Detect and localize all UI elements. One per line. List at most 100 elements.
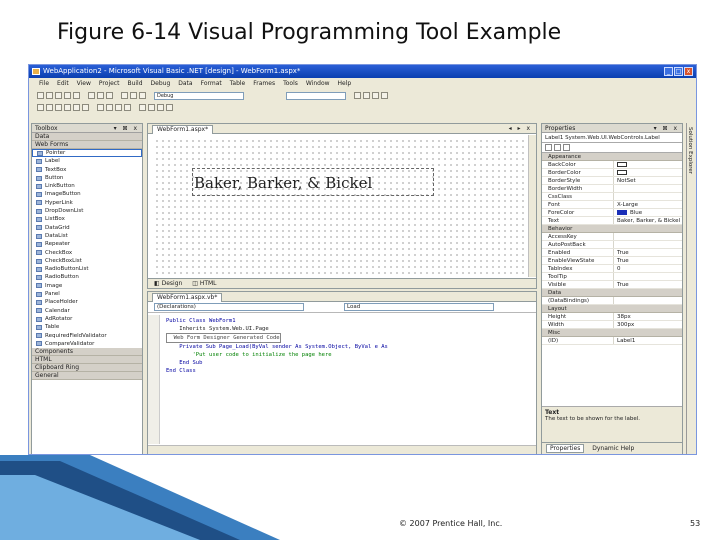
property-row-enableviewstate[interactable]: EnableViewState True <box>542 257 682 265</box>
property-value[interactable]: X-Large <box>614 201 682 208</box>
properties-icon[interactable] <box>363 92 370 99</box>
code-text[interactable]: Public Class WebForm1 Inherits System.We… <box>166 317 388 375</box>
method-name-combo[interactable]: Load <box>344 303 494 311</box>
toolbox-item-placeholder[interactable]: PlaceHolder <box>32 298 142 306</box>
menu-item-build[interactable]: Build <box>127 79 142 89</box>
designer-vscrollbar[interactable] <box>528 135 536 277</box>
underline-icon[interactable] <box>82 104 89 111</box>
toolbox-section-components[interactable]: Components <box>32 348 142 357</box>
events-icon[interactable] <box>563 144 570 151</box>
toolbox-item-textbox[interactable]: TextBox <box>32 166 142 174</box>
design-view-tab[interactable]: Design <box>162 280 183 287</box>
property-row-id[interactable]: (ID) Label1 <box>542 337 682 345</box>
side-strip[interactable]: Solution Explorer <box>686 123 696 454</box>
align-center-icon[interactable] <box>106 104 113 111</box>
class-view-icon[interactable] <box>381 92 388 99</box>
block-format-icon[interactable] <box>37 104 44 111</box>
menu-item-help[interactable]: Help <box>338 79 352 89</box>
property-row-width[interactable]: Width 300px <box>542 321 682 329</box>
font-size-icon[interactable] <box>55 104 62 111</box>
align-left-icon[interactable] <box>97 104 104 111</box>
toolbox-item-radiobuttonlist[interactable]: RadioButtonList <box>32 265 142 273</box>
property-row-height[interactable]: Height 38px <box>542 313 682 321</box>
toolbox-item-checkbox[interactable]: CheckBox <box>32 249 142 257</box>
redo-icon[interactable] <box>130 92 137 99</box>
property-row-accesskey[interactable]: AccessKey <box>542 233 682 241</box>
copy-icon[interactable] <box>97 92 104 99</box>
align-right-icon[interactable] <box>115 104 122 111</box>
property-value[interactable] <box>614 241 682 248</box>
designer-nav-icons[interactable]: ◂ ▸ x <box>509 124 532 134</box>
property-row-databindings[interactable]: (DataBindings) <box>542 297 682 305</box>
toolbox-item-linkbutton[interactable]: LinkButton <box>32 182 142 190</box>
solution-explorer-icon[interactable] <box>354 92 361 99</box>
numbering-icon[interactable] <box>148 104 155 111</box>
property-value[interactable] <box>614 297 682 304</box>
italic-icon[interactable] <box>73 104 80 111</box>
property-row-autopostback[interactable]: AutoPostBack <box>542 241 682 249</box>
menu-item-table[interactable]: Table <box>230 79 246 89</box>
tab-webform1-aspx[interactable]: WebForm1.aspx* <box>152 125 214 134</box>
class-name-combo[interactable]: (Declarations) <box>154 303 304 311</box>
toolbox-item-imagebutton[interactable]: ImageButton <box>32 190 142 198</box>
close-button[interactable]: x <box>684 67 693 76</box>
property-value[interactable] <box>614 273 682 280</box>
property-category-misc[interactable]: Misc <box>542 329 682 337</box>
toolbox-section-general[interactable]: General <box>32 372 142 381</box>
property-row-enabled[interactable]: Enabled True <box>542 249 682 257</box>
dynamic-help-tab[interactable]: Dynamic Help <box>592 445 634 452</box>
toolbox-section-html[interactable]: HTML <box>32 356 142 365</box>
object-selector[interactable]: Label1 System.Web.UI.WebControls.Label <box>542 133 682 143</box>
menu-item-project[interactable]: Project <box>99 79 120 89</box>
menu-item-format[interactable]: Format <box>201 79 222 89</box>
justify-icon[interactable] <box>124 104 131 111</box>
toolbox-item-radiobutton[interactable]: RadioButton <box>32 273 142 281</box>
property-value[interactable] <box>614 161 682 168</box>
start-debug-icon[interactable] <box>139 92 146 99</box>
property-row-bordercolor[interactable]: BorderColor <box>542 169 682 177</box>
toolbox-item-button[interactable]: Button <box>32 174 142 182</box>
minimize-button[interactable]: _ <box>664 67 673 76</box>
property-value[interactable] <box>614 185 682 192</box>
cut-icon[interactable] <box>88 92 95 99</box>
property-value[interactable]: True <box>614 257 682 264</box>
menu-item-edit[interactable]: Edit <box>57 79 69 89</box>
property-row-forecolor[interactable]: ForeColor Blue <box>542 209 682 217</box>
toolbox-item-repeater[interactable]: Repeater <box>32 240 142 248</box>
html-view-tab[interactable]: HTML <box>200 280 217 287</box>
toolbox-item-listbox[interactable]: ListBox <box>32 215 142 223</box>
font-name-icon[interactable] <box>46 104 53 111</box>
save-all-icon[interactable] <box>73 92 80 99</box>
bold-icon[interactable] <box>64 104 71 111</box>
property-value[interactable]: True <box>614 281 682 288</box>
menu-item-tools[interactable]: Tools <box>283 79 298 89</box>
toolbox-item-requiredfieldvalidator[interactable]: RequiredFieldValidator <box>32 332 142 340</box>
outdent-icon[interactable] <box>166 104 173 111</box>
menu-item-debug[interactable]: Debug <box>151 79 171 89</box>
property-value[interactable]: 0 <box>614 265 682 272</box>
property-row-borderstyle[interactable]: BorderStyle NotSet <box>542 177 682 185</box>
toolbox-section-webforms[interactable]: Web Forms <box>32 141 142 149</box>
toolbox-item-image[interactable]: Image <box>32 282 142 290</box>
property-value[interactable]: 38px <box>614 313 682 320</box>
property-value[interactable] <box>614 233 682 240</box>
toolbox-item-datagrid[interactable]: DataGrid <box>32 224 142 232</box>
property-row-text[interactable]: Text Baker, Barker, & Bickel <box>542 217 682 225</box>
menu-item-view[interactable]: View <box>77 79 91 89</box>
paste-icon[interactable] <box>106 92 113 99</box>
bullets-icon[interactable] <box>139 104 146 111</box>
property-value[interactable]: True <box>614 249 682 256</box>
toolbox-item-dropdownlist[interactable]: DropDownList <box>32 207 142 215</box>
property-category-behavior[interactable]: Behavior <box>542 225 682 233</box>
property-row-tabindex[interactable]: TabIndex 0 <box>542 265 682 273</box>
undo-icon[interactable] <box>121 92 128 99</box>
menu-item-file[interactable]: File <box>39 79 49 89</box>
menu-item-window[interactable]: Window <box>306 79 330 89</box>
add-item-icon[interactable] <box>46 92 53 99</box>
save-icon[interactable] <box>64 92 71 99</box>
tab-webform1-aspx-vb[interactable]: WebForm1.aspx.vb* <box>152 293 223 302</box>
toolbox-icon[interactable] <box>372 92 379 99</box>
property-value[interactable]: 300px <box>614 321 682 328</box>
property-row-font[interactable]: Font X-Large <box>542 201 682 209</box>
toolbox-item-comparevalidator[interactable]: CompareValidator <box>32 340 142 348</box>
